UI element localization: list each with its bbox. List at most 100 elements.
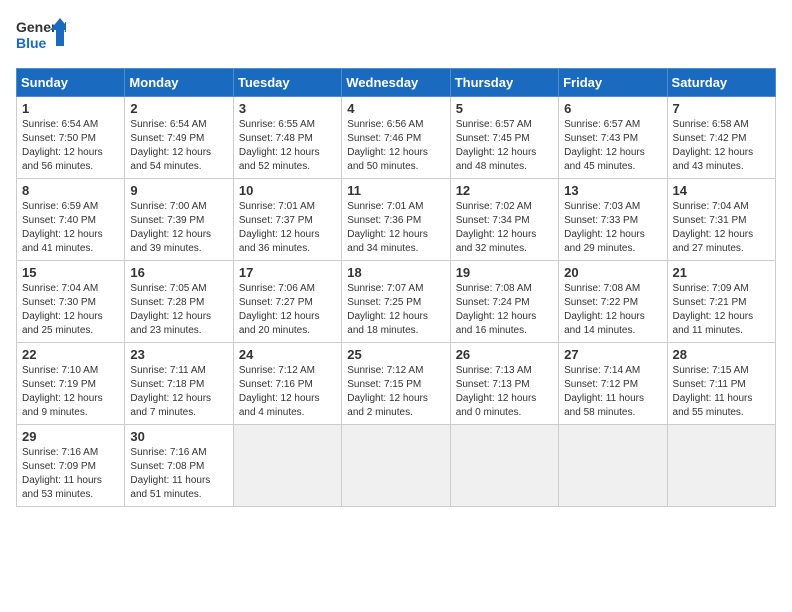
day-info: Sunrise: 7:01 AMSunset: 7:36 PMDaylight:… xyxy=(347,200,444,256)
day-number: 24 xyxy=(239,347,336,362)
day-number: 10 xyxy=(239,183,336,198)
calendar-cell: 7 Sunrise: 6:58 AMSunset: 7:42 PMDaylight… xyxy=(667,97,775,179)
day-number: 21 xyxy=(673,265,770,280)
day-number: 14 xyxy=(673,183,770,198)
day-number: 12 xyxy=(456,183,553,198)
calendar-cell: 12 Sunrise: 7:02 AMSunset: 7:34 PMDayligh… xyxy=(450,179,558,261)
calendar-cell: 23Sunrise: 7:11 AMSunset: 7:18 PMDayligh… xyxy=(125,343,233,425)
day-number: 16 xyxy=(130,265,227,280)
calendar-week-row: 29 Sunrise: 7:16 AMSunset: 7:09 PMDayligh… xyxy=(17,425,776,507)
day-number: 1 xyxy=(22,101,119,116)
calendar-cell: 27 Sunrise: 7:14 AMSunset: 7:12 PMDayligh… xyxy=(559,343,667,425)
day-info: Sunrise: 7:07 AMSunset: 7:25 PMDaylight:… xyxy=(347,282,444,338)
calendar-cell: 24 Sunrise: 7:12 AMSunset: 7:16 PMDayligh… xyxy=(233,343,341,425)
weekday-header-thursday: Thursday xyxy=(450,69,558,97)
calendar-cell: 5 Sunrise: 6:57 AMSunset: 7:45 PMDaylight… xyxy=(450,97,558,179)
day-info: Sunrise: 6:57 AMSunset: 7:45 PMDaylight:… xyxy=(456,118,553,174)
day-number: 13 xyxy=(564,183,661,198)
weekday-header-row: SundayMondayTuesdayWednesdayThursdayFrid… xyxy=(17,69,776,97)
day-number: 11 xyxy=(347,183,444,198)
day-number: 4 xyxy=(347,101,444,116)
calendar-cell xyxy=(342,425,450,507)
calendar-cell xyxy=(667,425,775,507)
day-info: Sunrise: 7:04 AMSunset: 7:31 PMDaylight:… xyxy=(673,200,770,256)
svg-text:Blue: Blue xyxy=(16,35,47,51)
day-number: 26 xyxy=(456,347,553,362)
calendar-week-row: 15 Sunrise: 7:04 AMSunset: 7:30 PMDayligh… xyxy=(17,261,776,343)
calendar-cell: 9Sunrise: 7:00 AMSunset: 7:39 PMDaylight… xyxy=(125,179,233,261)
calendar-cell xyxy=(559,425,667,507)
calendar-cell: 21Sunrise: 7:09 AMSunset: 7:21 PMDayligh… xyxy=(667,261,775,343)
calendar-cell: 4 Sunrise: 6:56 AMSunset: 7:46 PMDaylight… xyxy=(342,97,450,179)
day-number: 5 xyxy=(456,101,553,116)
day-info: Sunrise: 7:14 AMSunset: 7:12 PMDaylight:… xyxy=(564,364,661,420)
day-number: 28 xyxy=(673,347,770,362)
day-number: 27 xyxy=(564,347,661,362)
calendar-cell: 19Sunrise: 7:08 AMSunset: 7:24 PMDayligh… xyxy=(450,261,558,343)
day-number: 29 xyxy=(22,429,119,444)
logo-svg: General Blue xyxy=(16,16,66,56)
calendar-cell: 2 Sunrise: 6:54 AMSunset: 7:49 PMDaylight… xyxy=(125,97,233,179)
day-info: Sunrise: 7:08 AMSunset: 7:24 PMDaylight:… xyxy=(456,282,553,338)
day-info: Sunrise: 6:54 AMSunset: 7:50 PMDaylight:… xyxy=(22,118,119,174)
day-number: 22 xyxy=(22,347,119,362)
calendar-cell: 8Sunrise: 6:59 AMSunset: 7:40 PMDaylight… xyxy=(17,179,125,261)
day-info: Sunrise: 6:56 AMSunset: 7:46 PMDaylight:… xyxy=(347,118,444,174)
calendar-cell: 28 Sunrise: 7:15 AMSunset: 7:11 PMDayligh… xyxy=(667,343,775,425)
calendar-cell: 6 Sunrise: 6:57 AMSunset: 7:43 PMDaylight… xyxy=(559,97,667,179)
day-info: Sunrise: 7:12 AMSunset: 7:16 PMDaylight:… xyxy=(239,364,336,420)
calendar-cell: 1 Sunrise: 6:54 AMSunset: 7:50 PMDaylight… xyxy=(17,97,125,179)
day-number: 18 xyxy=(347,265,444,280)
day-number: 3 xyxy=(239,101,336,116)
day-info: Sunrise: 7:16 AMSunset: 7:09 PMDaylight:… xyxy=(22,446,119,502)
weekday-header-saturday: Saturday xyxy=(667,69,775,97)
day-info: Sunrise: 6:58 AMSunset: 7:42 PMDaylight:… xyxy=(673,118,770,174)
calendar-week-row: 22 Sunrise: 7:10 AMSunset: 7:19 PMDayligh… xyxy=(17,343,776,425)
page-header: General Blue xyxy=(16,16,776,56)
day-number: 2 xyxy=(130,101,227,116)
calendar-cell xyxy=(450,425,558,507)
day-info: Sunrise: 7:11 AMSunset: 7:18 PMDaylight:… xyxy=(130,364,227,420)
day-number: 30 xyxy=(130,429,227,444)
calendar-cell: 22 Sunrise: 7:10 AMSunset: 7:19 PMDayligh… xyxy=(17,343,125,425)
calendar-week-row: 1 Sunrise: 6:54 AMSunset: 7:50 PMDaylight… xyxy=(17,97,776,179)
day-info: Sunrise: 7:01 AMSunset: 7:37 PMDaylight:… xyxy=(239,200,336,256)
day-info: Sunrise: 7:04 AMSunset: 7:30 PMDaylight:… xyxy=(22,282,119,338)
day-info: Sunrise: 6:54 AMSunset: 7:49 PMDaylight:… xyxy=(130,118,227,174)
day-number: 9 xyxy=(130,183,227,198)
calendar-cell: 11 Sunrise: 7:01 AMSunset: 7:36 PMDayligh… xyxy=(342,179,450,261)
day-number: 15 xyxy=(22,265,119,280)
day-info: Sunrise: 7:15 AMSunset: 7:11 PMDaylight:… xyxy=(673,364,770,420)
calendar-cell: 18 Sunrise: 7:07 AMSunset: 7:25 PMDayligh… xyxy=(342,261,450,343)
day-number: 7 xyxy=(673,101,770,116)
day-info: Sunrise: 7:05 AMSunset: 7:28 PMDaylight:… xyxy=(130,282,227,338)
calendar-cell: 20 Sunrise: 7:08 AMSunset: 7:22 PMDayligh… xyxy=(559,261,667,343)
day-info: Sunrise: 7:08 AMSunset: 7:22 PMDaylight:… xyxy=(564,282,661,338)
calendar-cell: 29 Sunrise: 7:16 AMSunset: 7:09 PMDayligh… xyxy=(17,425,125,507)
day-info: Sunrise: 7:10 AMSunset: 7:19 PMDaylight:… xyxy=(22,364,119,420)
calendar-table: SundayMondayTuesdayWednesdayThursdayFrid… xyxy=(16,68,776,507)
day-number: 20 xyxy=(564,265,661,280)
calendar-cell: 14 Sunrise: 7:04 AMSunset: 7:31 PMDayligh… xyxy=(667,179,775,261)
day-info: Sunrise: 7:12 AMSunset: 7:15 PMDaylight:… xyxy=(347,364,444,420)
calendar-cell: 10 Sunrise: 7:01 AMSunset: 7:37 PMDayligh… xyxy=(233,179,341,261)
weekday-header-friday: Friday xyxy=(559,69,667,97)
weekday-header-wednesday: Wednesday xyxy=(342,69,450,97)
calendar-week-row: 8Sunrise: 6:59 AMSunset: 7:40 PMDaylight… xyxy=(17,179,776,261)
day-number: 8 xyxy=(22,183,119,198)
day-info: Sunrise: 7:03 AMSunset: 7:33 PMDaylight:… xyxy=(564,200,661,256)
logo: General Blue xyxy=(16,16,66,56)
day-number: 6 xyxy=(564,101,661,116)
day-info: Sunrise: 6:57 AMSunset: 7:43 PMDaylight:… xyxy=(564,118,661,174)
day-number: 25 xyxy=(347,347,444,362)
calendar-cell: 15 Sunrise: 7:04 AMSunset: 7:30 PMDayligh… xyxy=(17,261,125,343)
day-info: Sunrise: 7:02 AMSunset: 7:34 PMDaylight:… xyxy=(456,200,553,256)
calendar-cell: 13 Sunrise: 7:03 AMSunset: 7:33 PMDayligh… xyxy=(559,179,667,261)
calendar-cell: 16 Sunrise: 7:05 AMSunset: 7:28 PMDayligh… xyxy=(125,261,233,343)
day-info: Sunrise: 7:13 AMSunset: 7:13 PMDaylight:… xyxy=(456,364,553,420)
calendar-cell: 17Sunrise: 7:06 AMSunset: 7:27 PMDayligh… xyxy=(233,261,341,343)
weekday-header-monday: Monday xyxy=(125,69,233,97)
weekday-header-tuesday: Tuesday xyxy=(233,69,341,97)
day-info: Sunrise: 7:16 AMSunset: 7:08 PMDaylight:… xyxy=(130,446,227,502)
calendar-cell xyxy=(233,425,341,507)
